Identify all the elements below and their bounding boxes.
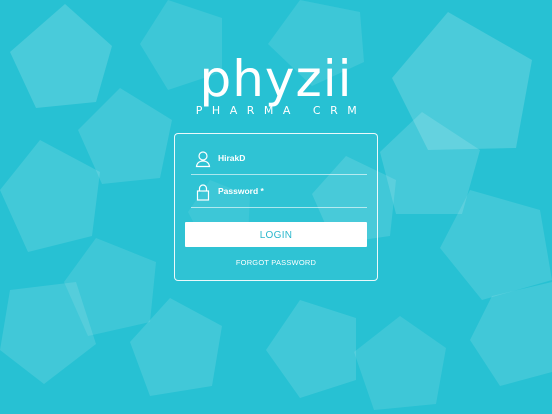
brand-tagline: PHARMA CRM (195, 104, 367, 117)
username-value: HirakD (218, 153, 246, 163)
password-field[interactable]: Password * (191, 181, 367, 208)
lock-icon (195, 183, 211, 201)
forgot-password-link[interactable]: FORGOT PASSWORD (175, 258, 377, 267)
login-button[interactable]: LOGIN (185, 222, 367, 247)
login-card: HirakD Password * LOGIN FORGOT PASSWORD (174, 133, 378, 281)
brand-logo: phyzii PHARMA CRM (0, 52, 552, 117)
brand-name: phyzii (199, 50, 353, 108)
password-placeholder: Password * (218, 186, 264, 196)
username-field[interactable]: HirakD (191, 148, 367, 175)
user-icon (195, 150, 211, 168)
